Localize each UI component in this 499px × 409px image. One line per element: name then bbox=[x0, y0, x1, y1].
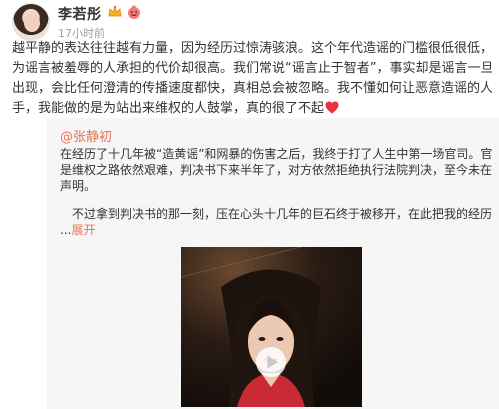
expand-link[interactable]: 展开 bbox=[71, 223, 95, 237]
play-icon[interactable] bbox=[255, 346, 287, 378]
avatar[interactable] bbox=[12, 3, 50, 41]
post-text-line: 出现，会比任何澄清的传播速度都快，真相总会被忽略。我不懂如何让恶意造谣的人收 bbox=[12, 81, 492, 96]
post-text-line-content: 手，我能做的是为站出来维权的人鼓掌，真的很了不起 bbox=[12, 101, 325, 116]
repost-author-link[interactable]: @张静初 bbox=[60, 126, 112, 145]
repost-text-line: 在经历了十几年被“造黄谣”和网暴的伤害之后，我终于打了人生中第一场官司。官司虽然… bbox=[60, 147, 492, 161]
smile-badge-icon bbox=[126, 4, 142, 20]
repost-text-line: ...展开 bbox=[60, 222, 492, 238]
repost-text-line: 不过拿到判决书的那一刻，压在心头十几年的巨石终于被移开，在此把我的经历分享出来，… bbox=[72, 207, 492, 221]
repost-text-line: 是维权之路依然艰难，判决书下来半年了，对方依然拒绝执行法院判决，至今未在涉案账号… bbox=[60, 163, 492, 177]
crown-icon bbox=[107, 4, 123, 20]
post-content: 越平静的表达往往越有力量，因为经历过惊涛骇浪。这个年代造谣的门槛很低很低，因 为… bbox=[12, 39, 492, 119]
repost-text-line: 声明。 bbox=[60, 179, 97, 193]
username[interactable]: 李若彤 bbox=[58, 4, 102, 24]
weibo-post: 李若彤 17小时前 越平静的表达往往越有力量，因为经历过惊涛骇浪。这个年代造谣的… bbox=[0, 0, 499, 409]
video-player[interactable] bbox=[181, 247, 362, 407]
video-thumbnail bbox=[181, 247, 362, 407]
repost-content: 在经历了十几年被“造黄谣”和网暴的伤害之后，我终于打了人生中第一场官司。官司虽然… bbox=[60, 146, 492, 238]
post-text-line: 为谣言被羞辱的人承担的代价却很高。我们常说“谣言止于智者”，事实却是谣言一旦 bbox=[12, 61, 492, 76]
red-heart-icon bbox=[325, 101, 339, 114]
post-text-line: 手，我能做的是为站出来维权的人鼓掌，真的很了不起 bbox=[12, 99, 492, 119]
post-text-line: 越平静的表达往往越有力量，因为经历过惊涛骇浪。这个年代造谣的门槛很低很低，因 bbox=[12, 41, 492, 56]
ellipsis: ... bbox=[60, 223, 72, 237]
repost-card[interactable]: @张静初 在经历了十几年被“造黄谣”和网暴的伤害之后，我终于打了人生中第一场官司… bbox=[47, 118, 499, 409]
post-header: 李若彤 17小时前 bbox=[12, 3, 492, 43]
